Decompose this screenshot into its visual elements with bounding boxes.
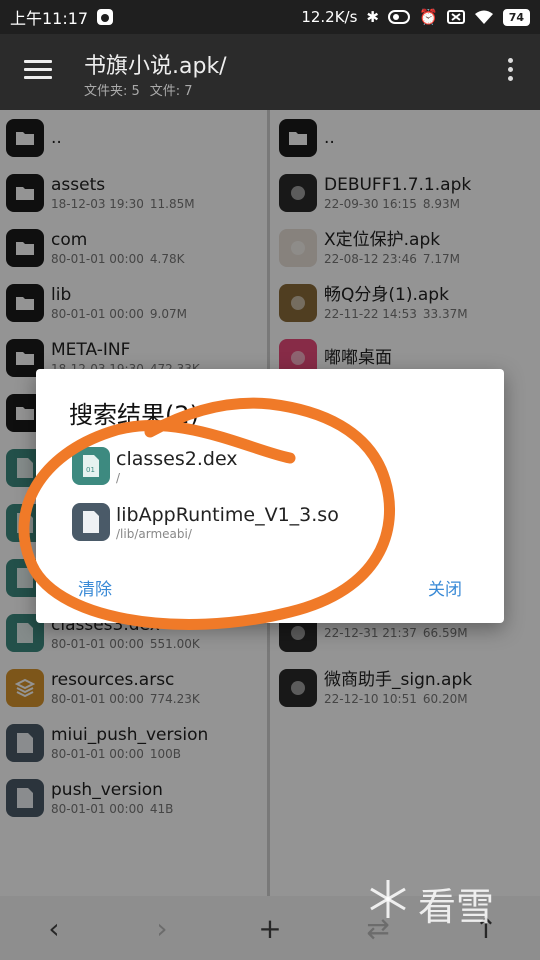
search-result-item[interactable]: libAppRuntime_V1_3.so /lib/armeabi/ (72, 503, 492, 541)
app-toolbar: 书旗小说.apk/ 文件夹: 5 文件: 7 (0, 34, 540, 110)
status-time: 上午11:17 (10, 9, 89, 28)
current-path-title: 书旗小说.apk/ (84, 54, 227, 79)
close-button[interactable]: 关闭 (428, 575, 462, 600)
alarm-icon: ⏰ (419, 8, 438, 26)
result-path: /lib/armeabi/ (116, 527, 192, 541)
file-count: 文件: 7 (149, 84, 193, 99)
watermark: 看雪 (366, 876, 494, 931)
more-options-icon[interactable] (508, 58, 514, 86)
watermark-text: 看雪 (418, 885, 495, 929)
search-results-dialog: 搜索结果(2) 01 classes2.dex / libAppRuntime_… (36, 369, 504, 623)
battery-level: 74 (502, 8, 530, 26)
toggle-icon (388, 10, 410, 24)
bluetooth-icon: ✱ (366, 8, 379, 26)
result-filename: classes2.dex (116, 448, 238, 470)
clear-button[interactable]: 清除 (78, 575, 112, 600)
folder-count: 文件夹: 5 (84, 84, 140, 99)
wifi-icon (474, 9, 494, 25)
network-speed: 12.2K/s (301, 8, 358, 26)
folder-file-counts: 文件夹: 5 文件: 7 (84, 80, 193, 99)
search-result-item[interactable]: 01 classes2.dex / (72, 447, 492, 485)
result-path: / (116, 471, 121, 485)
svg-text:01: 01 (86, 466, 95, 474)
dex-file-icon: 01 (72, 447, 110, 485)
dialog-title: 搜索结果(2) (69, 401, 199, 429)
notification-app-icon (96, 8, 114, 26)
file-icon (72, 503, 110, 541)
result-filename: libAppRuntime_V1_3.so (116, 504, 339, 526)
menu-icon[interactable] (24, 60, 52, 82)
snowflake-logo-icon (366, 877, 410, 930)
status-bar: 上午11:17 12.2K/s ✱ ⏰ 74 (0, 0, 540, 34)
sim-off-icon (446, 10, 465, 24)
